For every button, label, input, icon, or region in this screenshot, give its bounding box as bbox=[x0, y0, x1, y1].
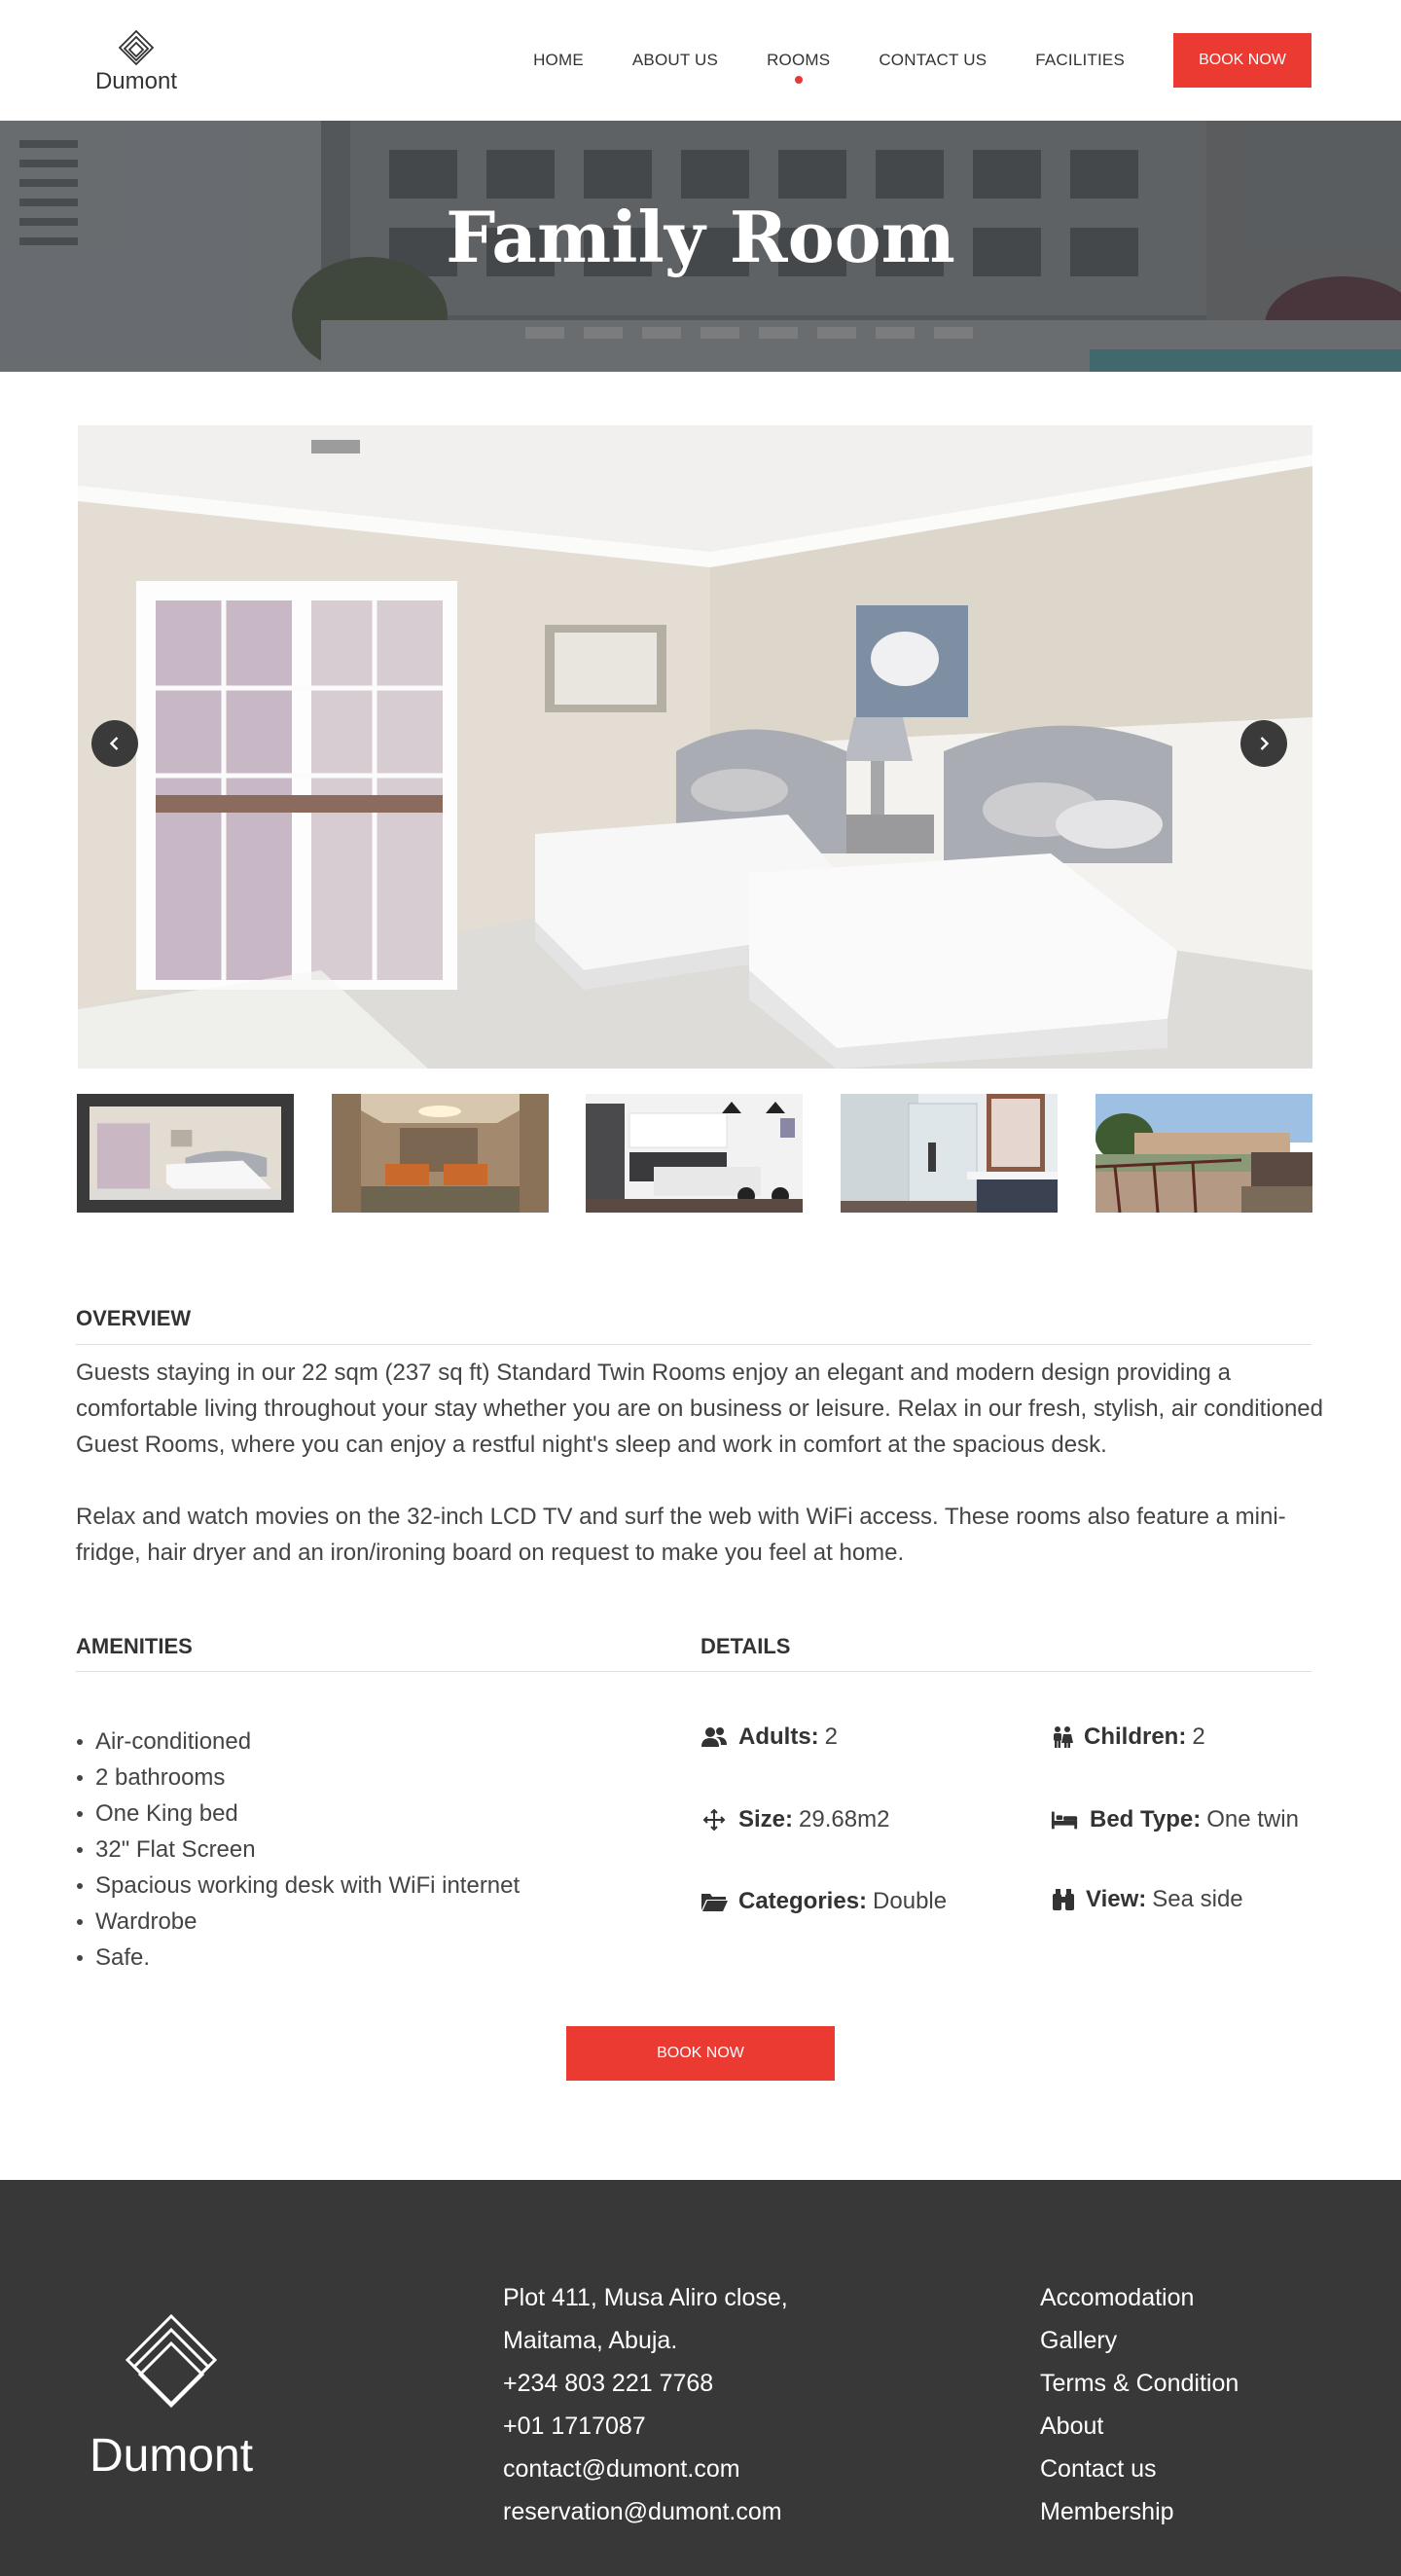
site-header: Dumont HOME ABOUT US ROOMS CONTACT US FA… bbox=[0, 0, 1401, 121]
diamond-logo-icon bbox=[118, 29, 155, 66]
footer-link-about[interactable]: About bbox=[1040, 2405, 1239, 2448]
amenity-item: 32" Flat Screen bbox=[76, 1832, 520, 1868]
amenity-item: Spacious working desk with WiFi internet bbox=[76, 1868, 520, 1904]
detail-label: Adults: bbox=[738, 1723, 819, 1750]
amenity-item: Safe. bbox=[76, 1940, 520, 1976]
detail-label: Children: bbox=[1084, 1723, 1187, 1750]
main-nav: HOME ABOUT US ROOMS CONTACT US FACILITIE… bbox=[533, 33, 1311, 88]
nav-item-home[interactable]: HOME bbox=[533, 35, 584, 86]
balcony-thumbnail-image bbox=[1096, 1094, 1312, 1213]
amenities-divider bbox=[76, 1671, 1311, 1672]
detail-label: View: bbox=[1086, 1886, 1147, 1912]
binoculars-icon bbox=[1051, 1887, 1076, 1912]
footer-phone[interactable]: +234 803 221 7768 bbox=[503, 2362, 788, 2405]
footer-email[interactable]: contact@dumont.com bbox=[503, 2448, 788, 2490]
footer-phone[interactable]: +01 1717087 bbox=[503, 2405, 788, 2448]
detail-value: One twin bbox=[1206, 1806, 1299, 1832]
detail-size: Size: 29.68m2 bbox=[700, 1806, 889, 1833]
nav-item-about-us[interactable]: ABOUT US bbox=[632, 35, 718, 86]
book-now-button[interactable]: BOOK NOW bbox=[566, 2026, 835, 2081]
detail-label: Bed Type: bbox=[1090, 1806, 1202, 1832]
amenity-item: Air-conditioned bbox=[76, 1723, 520, 1760]
amenity-item: 2 bathrooms bbox=[76, 1760, 520, 1796]
detail-value: 29.68m2 bbox=[799, 1806, 890, 1832]
diamond-logo-icon bbox=[125, 2314, 218, 2409]
detail-categories: Categories: Double bbox=[700, 1888, 947, 1915]
footer-link-contact[interactable]: Contact us bbox=[1040, 2448, 1239, 2490]
overview-heading: OVERVIEW bbox=[76, 1306, 192, 1330]
chevron-left-icon bbox=[109, 737, 119, 750]
bedroom-photo bbox=[78, 425, 1312, 1069]
site-footer: Dumont Plot 411, Musa Aliro close, Maita… bbox=[0, 2180, 1401, 2576]
overview-paragraph: Guests staying in our 22 sqm (237 sq ft)… bbox=[76, 1360, 1323, 1458]
header-book-now-button[interactable]: BOOK NOW bbox=[1173, 33, 1311, 88]
detail-value: Sea side bbox=[1152, 1886, 1243, 1912]
detail-label: Size: bbox=[738, 1806, 794, 1832]
footer-links: Accomodation Gallery Terms & Condition A… bbox=[1040, 2276, 1239, 2533]
gallery-next-button[interactable] bbox=[1240, 720, 1287, 767]
hero-banner: Family Room bbox=[0, 121, 1401, 372]
overview-divider bbox=[76, 1344, 1311, 1345]
chevron-right-icon bbox=[1260, 737, 1270, 750]
footer-link-gallery[interactable]: Gallery bbox=[1040, 2319, 1239, 2362]
page-title: Family Room bbox=[446, 196, 955, 278]
footer-logo[interactable]: Dumont bbox=[82, 2314, 261, 2480]
bed-icon bbox=[1049, 1807, 1080, 1832]
detail-value: Double bbox=[873, 1888, 948, 1914]
footer-contact: Plot 411, Musa Aliro close, Maitama, Abu… bbox=[503, 2276, 788, 2533]
footer-email[interactable]: reservation@dumont.com bbox=[503, 2490, 788, 2533]
detail-adults: Adults: 2 bbox=[700, 1723, 838, 1751]
gallery-prev-button[interactable] bbox=[91, 720, 138, 767]
footer-link-terms[interactable]: Terms & Condition bbox=[1040, 2362, 1239, 2405]
logo-text: Dumont bbox=[94, 68, 178, 94]
bathroom-thumbnail-image bbox=[841, 1094, 1058, 1213]
nav-item-rooms[interactable]: ROOMS bbox=[767, 35, 830, 86]
footer-address-line: Plot 411, Musa Aliro close, bbox=[503, 2284, 788, 2311]
detail-value: 2 bbox=[824, 1723, 839, 1750]
room-main-photo bbox=[78, 425, 1312, 1069]
footer-link-accomodation[interactable]: Accomodation bbox=[1040, 2276, 1239, 2319]
kitchen-thumbnail-image bbox=[586, 1094, 803, 1213]
detail-view: View: Sea side bbox=[1051, 1886, 1243, 1913]
nav-item-contact-us[interactable]: CONTACT US bbox=[879, 35, 987, 86]
detail-bed-type: Bed Type: One twin bbox=[1049, 1806, 1299, 1833]
footer-link-membership[interactable]: Membership bbox=[1040, 2490, 1239, 2533]
amenity-item: One King bed bbox=[76, 1796, 520, 1832]
details-heading: DETAILS bbox=[700, 1634, 791, 1658]
footer-logo-text: Dumont bbox=[89, 2430, 254, 2482]
thumbnail-kitchen[interactable] bbox=[586, 1094, 803, 1213]
arrows-icon bbox=[700, 1807, 729, 1832]
site-logo[interactable]: Dumont bbox=[88, 29, 185, 99]
lobby-thumbnail-image bbox=[332, 1094, 549, 1213]
child-icon bbox=[1051, 1724, 1074, 1750]
folder-icon bbox=[700, 1889, 729, 1914]
amenities-heading: AMENITIES bbox=[76, 1634, 193, 1658]
footer-address-line: Maitama, Abuja. bbox=[503, 2327, 678, 2354]
overview-paragraph: Relax and watch movies on the 32-inch LC… bbox=[76, 1504, 1286, 1566]
nav-item-facilities[interactable]: FACILITIES bbox=[1035, 35, 1125, 86]
users-icon bbox=[700, 1724, 729, 1750]
detail-label: Categories: bbox=[738, 1888, 868, 1914]
overview-text: Guests staying in our 22 sqm (237 sq ft)… bbox=[76, 1355, 1331, 1571]
bedroom-thumbnail-image bbox=[90, 1107, 281, 1200]
thumbnail-lobby[interactable] bbox=[332, 1094, 549, 1213]
detail-children: Children: 2 bbox=[1051, 1723, 1205, 1751]
detail-value: 2 bbox=[1192, 1723, 1205, 1750]
thumbnail-balcony[interactable] bbox=[1096, 1094, 1312, 1213]
thumbnail-bedroom[interactable] bbox=[77, 1094, 294, 1213]
amenity-item: Wardrobe bbox=[76, 1904, 520, 1940]
amenities-list: Air-conditioned 2 bathrooms One King bed… bbox=[76, 1723, 520, 1976]
thumbnail-bathroom[interactable] bbox=[841, 1094, 1058, 1213]
gallery-thumbnails bbox=[77, 1094, 1312, 1213]
